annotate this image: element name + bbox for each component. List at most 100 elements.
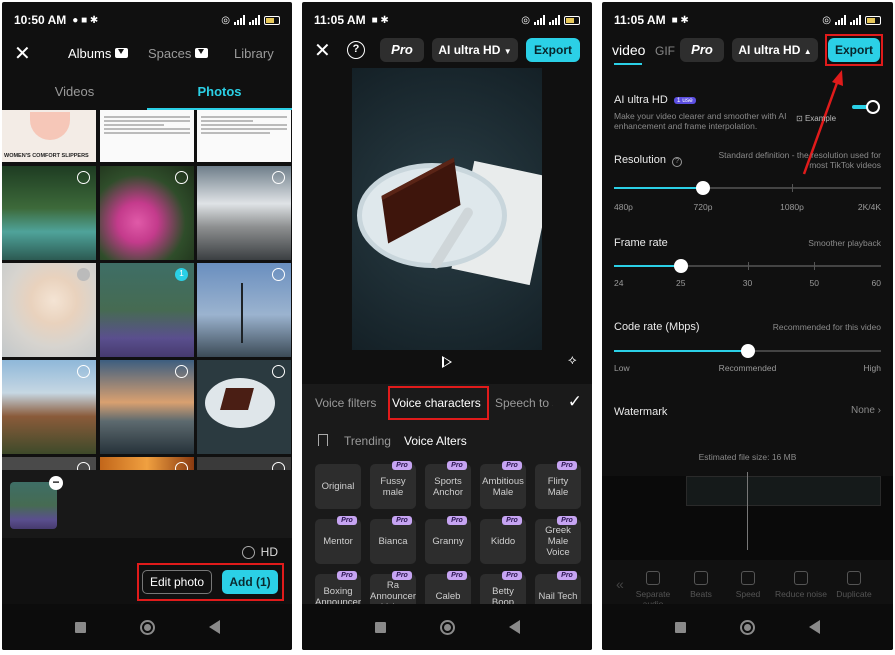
photo-woman-portrait[interactable] bbox=[2, 263, 96, 357]
pro-badge: Pro bbox=[337, 516, 357, 525]
select-radio[interactable] bbox=[77, 268, 90, 281]
spaces-dropdown[interactable]: Spaces bbox=[148, 46, 208, 61]
tab-gif[interactable]: GIF bbox=[655, 44, 675, 58]
recents-icon[interactable] bbox=[375, 622, 386, 633]
back-icon[interactable] bbox=[209, 620, 220, 634]
slider-tick-label: 2K/4K bbox=[858, 202, 881, 212]
pro-button[interactable]: Pro bbox=[380, 38, 424, 62]
recents-icon[interactable] bbox=[675, 622, 686, 633]
select-radio[interactable] bbox=[175, 365, 188, 378]
home-icon[interactable] bbox=[140, 620, 155, 635]
select-radio[interactable] bbox=[77, 171, 90, 184]
voice-chip-label: Ambitious Male bbox=[482, 476, 524, 498]
remove-icon[interactable]: − bbox=[49, 476, 63, 490]
photo-pink-flowers[interactable] bbox=[100, 166, 194, 260]
tool-label: Duplicate bbox=[836, 589, 871, 599]
voice-chip[interactable]: Sports AnchorPro bbox=[425, 464, 471, 509]
video-preview[interactable] bbox=[352, 68, 542, 350]
library-tab[interactable]: Library bbox=[234, 46, 274, 61]
tool-item: Beats bbox=[674, 571, 728, 599]
tab-voice-filters[interactable]: Voice filters bbox=[315, 396, 376, 410]
select-radio[interactable] bbox=[272, 365, 285, 378]
voice-chip[interactable]: Original bbox=[315, 464, 361, 509]
selected-thumbnail[interactable] bbox=[10, 482, 57, 529]
voice-chip[interactable]: GrannyPro bbox=[425, 519, 471, 564]
subtab-trending[interactable]: Trending bbox=[344, 434, 391, 448]
photo-partial-1[interactable] bbox=[2, 457, 96, 470]
selected-radio[interactable]: 1 bbox=[175, 268, 188, 281]
photo-forest-pond[interactable] bbox=[2, 166, 96, 260]
select-radio[interactable] bbox=[77, 462, 90, 470]
recents-icon[interactable] bbox=[75, 622, 86, 633]
subtab-voice-alters[interactable]: Voice Alters bbox=[404, 434, 467, 448]
quality-label: AI ultra HD bbox=[738, 43, 800, 57]
highlight-box bbox=[388, 386, 489, 420]
home-icon[interactable] bbox=[440, 620, 455, 635]
slider-knob[interactable] bbox=[696, 181, 710, 195]
tab-speech-to-song[interactable]: Speech to s bbox=[495, 396, 553, 410]
hd-option[interactable]: HD bbox=[242, 545, 278, 559]
help-icon[interactable]: ? bbox=[347, 41, 365, 59]
back-icon[interactable] bbox=[509, 620, 520, 634]
photo-cake[interactable] bbox=[197, 360, 291, 454]
resolution-slider[interactable]: 480p720p1080p2K/4K bbox=[614, 181, 881, 195]
photo-slippers[interactable]: WOMEN'S COMFORT SLIPPERS bbox=[2, 110, 96, 162]
help-icon[interactable]: ? bbox=[672, 157, 682, 167]
back-icon[interactable] bbox=[809, 620, 820, 634]
resolution-hint: Standard definition - the resolution use… bbox=[706, 150, 881, 170]
watermark-value-label: None bbox=[851, 405, 875, 416]
quality-dropdown[interactable]: AI ultra HD ▲ bbox=[732, 38, 818, 62]
pro-badge: Pro bbox=[447, 516, 467, 525]
frame-rate-slider[interactable]: 2425305060 bbox=[614, 259, 881, 273]
tab-photos[interactable]: Photos bbox=[147, 80, 292, 110]
select-radio[interactable] bbox=[77, 365, 90, 378]
android-nav-bar bbox=[302, 604, 592, 650]
battery-icon bbox=[564, 16, 580, 25]
close-icon[interactable]: ✕ bbox=[314, 38, 331, 63]
photo-partial-2[interactable] bbox=[100, 457, 194, 470]
tool-item: Reduce noise bbox=[774, 571, 828, 599]
magic-wand-icon[interactable]: ⟡ bbox=[568, 352, 577, 368]
select-radio[interactable] bbox=[272, 171, 285, 184]
pro-badge: Pro bbox=[502, 516, 522, 525]
slider-tick-label: 60 bbox=[872, 278, 881, 288]
photo-document-2[interactable] bbox=[197, 110, 291, 162]
albums-dropdown[interactable]: Albums bbox=[68, 46, 128, 61]
slider-knob[interactable] bbox=[741, 344, 755, 358]
select-radio[interactable] bbox=[175, 171, 188, 184]
photo-sunset-lake[interactable] bbox=[100, 360, 194, 454]
hd-radio[interactable] bbox=[242, 546, 255, 559]
home-icon[interactable] bbox=[740, 620, 755, 635]
photo-snowy-mountains[interactable] bbox=[197, 166, 291, 260]
ai-ultra-toggle[interactable] bbox=[852, 100, 880, 114]
slider-knob[interactable] bbox=[674, 259, 688, 273]
watermark-value[interactable]: None › bbox=[851, 406, 881, 416]
select-radio[interactable] bbox=[272, 268, 285, 281]
voice-chip[interactable]: BiancaPro bbox=[370, 519, 416, 564]
export-button[interactable]: Export bbox=[526, 38, 580, 62]
play-icon[interactable] bbox=[442, 356, 452, 368]
check-icon[interactable]: ✓ bbox=[568, 392, 582, 412]
code-rate-slider[interactable]: LowRecommendedHigh bbox=[614, 344, 881, 358]
voice-chip[interactable]: Ambitious MalePro bbox=[480, 464, 526, 509]
code-rate-title: Code rate (Mbps) bbox=[614, 321, 700, 333]
bookmark-icon[interactable] bbox=[318, 434, 328, 446]
photo-mountain-peak[interactable] bbox=[2, 360, 96, 454]
tab-videos[interactable]: Videos bbox=[2, 80, 147, 110]
example-link[interactable]: ⊡ Example bbox=[796, 114, 836, 123]
photo-partial-3[interactable] bbox=[197, 457, 291, 470]
voice-chip[interactable]: KiddoPro bbox=[480, 519, 526, 564]
pro-button[interactable]: Pro bbox=[680, 38, 724, 62]
select-radio[interactable] bbox=[272, 462, 285, 470]
photo-document-1[interactable] bbox=[100, 110, 194, 162]
voice-chip[interactable]: Greek Male VoicePro bbox=[535, 519, 581, 564]
close-icon[interactable]: ✕ bbox=[14, 41, 31, 66]
select-radio[interactable] bbox=[175, 462, 188, 470]
voice-chip[interactable]: Flirty MalePro bbox=[535, 464, 581, 509]
voice-chip[interactable]: MentorPro bbox=[315, 519, 361, 564]
tab-video[interactable]: video bbox=[612, 42, 645, 58]
photo-bare-tree[interactable] bbox=[197, 263, 291, 357]
quality-dropdown[interactable]: AI ultra HD ▼ bbox=[432, 38, 518, 62]
voice-chip[interactable]: Fussy malePro bbox=[370, 464, 416, 509]
photo-lavender-field[interactable]: 1 bbox=[100, 263, 194, 357]
